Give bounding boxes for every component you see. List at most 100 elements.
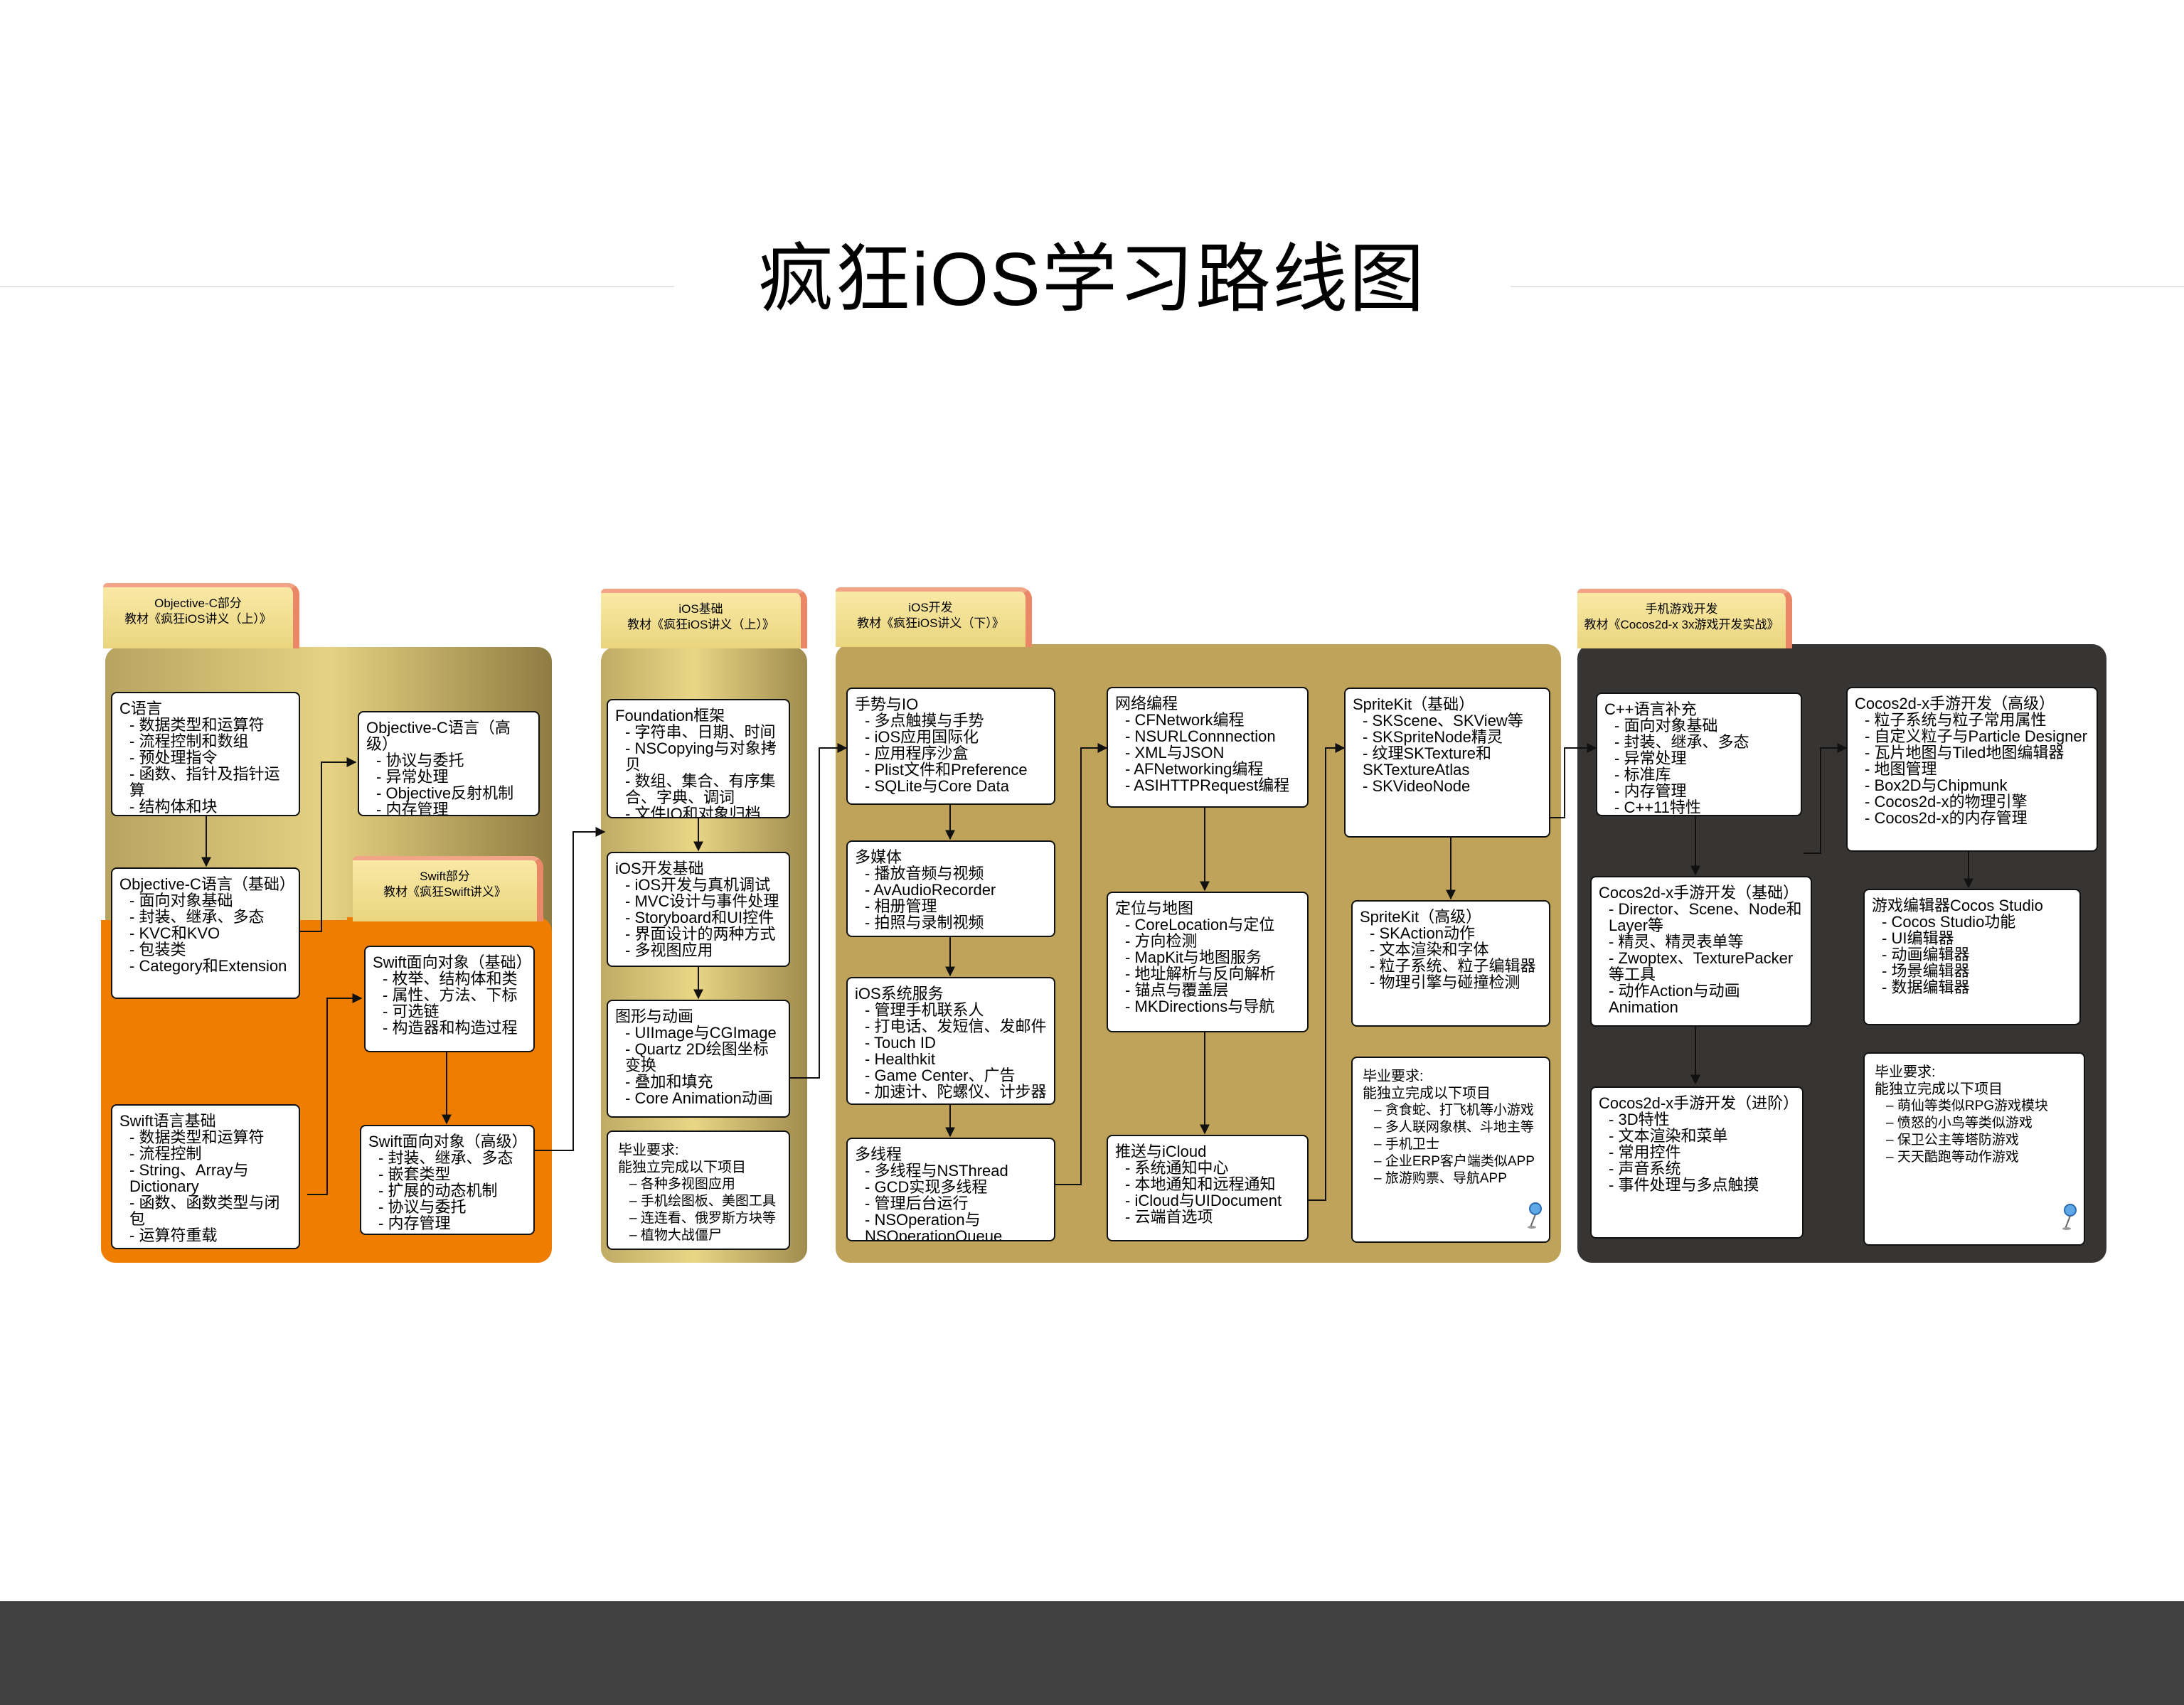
list-item: 萌仙等类似RPG游戏模块	[1875, 1098, 2077, 1115]
list-item: 多线程与NSThread	[855, 1162, 1048, 1179]
box-intro: 能独立完成以下项目	[618, 1160, 746, 1175]
box-title: 定位与地图	[1115, 899, 1194, 917]
list-item: 包装类	[119, 941, 293, 958]
list-item: 协议与委托	[366, 752, 533, 769]
list-item: String、Array与Dictionary	[119, 1162, 293, 1194]
box-title: C语言	[119, 700, 162, 717]
list-item: AFNetworking编程	[1115, 761, 1301, 777]
list-item: 封装、继承、多态	[368, 1150, 528, 1166]
list-item: Healthkit	[855, 1051, 1048, 1067]
box-grad-ios-dev[interactable]: 毕业要求: 能独立完成以下项目贪食蛇、打飞机等小游戏多人联网象棋、斗地主等手机卫士…	[1351, 1057, 1550, 1243]
list-item: 多点触摸与手势	[855, 712, 1048, 729]
list-item: NSOperation与NSOperationQueue	[855, 1212, 1048, 1240]
list-item: 云端首选项	[1115, 1209, 1301, 1225]
list-item: 瓦片地图与Tiled地图编辑器	[1855, 744, 2091, 761]
list-item: 运算符重载	[119, 1227, 293, 1244]
list-item: 文本渲染和菜单	[1599, 1128, 1796, 1144]
list-item: 声音系统	[1599, 1160, 1796, 1177]
box-network[interactable]: 网络编程CFNetwork编程NSURLConnnectionXML与JSONA…	[1107, 687, 1309, 808]
list-item: Touch ID	[855, 1035, 1048, 1051]
box-cocos-intermediate[interactable]: Cocos2d-x手游开发（进阶）3D特性文本渲染和菜单常用控件声音系统事件处理…	[1590, 1086, 1804, 1239]
box-location-map[interactable]: 定位与地图CoreLocation与定位方向检测MapKit与地图服务地址解析与…	[1107, 892, 1309, 1032]
box-title: Swift面向对象（高级）	[368, 1133, 528, 1150]
box-cocos-advanced[interactable]: Cocos2d-x手游开发（高级）粒子系统与粒子常用属性自定义粒子与Partic…	[1846, 687, 2098, 852]
box-cpp[interactable]: C++语言补充面向对象基础封装、继承、多态异常处理标准库内存管理C++11特性	[1596, 693, 1802, 816]
list-item: ASIHTTPRequest编程	[1115, 777, 1301, 793]
box-grad-ios-basic[interactable]: 毕业要求: 能独立完成以下项目各种多视图应用手机绘图板、美图工具连连看、俄罗斯方块…	[607, 1131, 790, 1250]
box-title: Swift语言基础	[119, 1112, 216, 1130]
list-item: 内存管理	[368, 1215, 528, 1231]
list-item: 精灵、精灵表单等	[1599, 934, 1805, 950]
list-item: 粒子系统、粒子编辑器	[1360, 958, 1543, 974]
box-swift-oo-basic[interactable]: Swift面向对象（基础）枚举、结构体和类属性、方法、下标可选链构造器和构造过程	[364, 946, 535, 1052]
list-item: 数据类型和运算符	[119, 1129, 293, 1145]
list-item: 纹理SKTexture和SKTextureAtlas	[1353, 745, 1543, 778]
list-item: 数据类型和运算符	[119, 717, 293, 733]
box-title: Swift面向对象（基础）	[373, 953, 532, 971]
list-item: 字符串、日期、时间	[615, 724, 783, 740]
list-item: 管理后台运行	[855, 1195, 1048, 1212]
list-item: 自定义粒子与Particle Designer	[1855, 728, 2091, 744]
box-multimedia[interactable]: 多媒体播放音频与视频AvAudioRecorder相册管理拍照与录制视频	[846, 840, 1055, 937]
list-item: 打电话、发短信、发邮件	[855, 1018, 1048, 1035]
list-item: 天天酷跑等动作游戏	[1875, 1149, 2077, 1166]
box-spritekit-basic[interactable]: SpriteKit（基础）SKScene、SKView等SKSpriteNode…	[1344, 688, 1550, 838]
box-title: Objective-C语言（高级）	[366, 719, 511, 753]
list-item: 封装、继承、多态	[1604, 734, 1795, 750]
list-item: 界面设计的两种方式	[615, 926, 783, 942]
list-item: 植物大战僵尸	[618, 1227, 782, 1244]
box-title: 推送与iCloud	[1115, 1143, 1207, 1160]
box-swift-oo-advanced[interactable]: Swift面向对象（高级）封装、继承、多态嵌套类型扩展的动态机制协议与委托内存管…	[360, 1125, 535, 1235]
list-item: NSCopying与对象拷贝	[615, 740, 783, 773]
box-gesture-io[interactable]: 手势与IO多点触摸与手势iOS应用国际化应用程序沙盒Plist文件和Prefer…	[846, 688, 1055, 805]
box-c-language[interactable]: C语言数据类型和运算符流程控制和数组预处理指令函数、指针及指针运算结构体和块	[111, 692, 300, 816]
box-title: 毕业要求:	[1363, 1069, 1424, 1084]
list-item: Quartz 2D绘图坐标变换	[615, 1041, 783, 1074]
list-item: 标准库	[1604, 766, 1795, 783]
box-title: 手势与IO	[855, 695, 919, 713]
box-grad-game[interactable]: 毕业要求:能独立完成以下项目萌仙等类似RPG游戏模块愤怒的小鸟等类似游戏保卫公主…	[1863, 1052, 2085, 1246]
list-item: Plist文件和Preference	[855, 761, 1048, 778]
list-item: 函数、指针及指针运算	[119, 766, 293, 798]
list-item: 方向检测	[1115, 933, 1301, 949]
box-title: 多媒体	[855, 848, 902, 866]
tab-objc: Objective-C部分 教材《疯狂iOS讲义（上）》	[103, 583, 299, 648]
tab-ios-dev: iOS开发 教材《疯狂iOS讲义（下）》	[836, 587, 1032, 647]
list-item: 结构体和块	[119, 798, 293, 815]
box-system-service[interactable]: iOS系统服务管理手机联系人打电话、发短信、发邮件Touch IDHealthk…	[846, 977, 1055, 1105]
list-item: 常用控件	[1599, 1144, 1796, 1160]
box-objc-advanced[interactable]: Objective-C语言（高级）协议与委托异常处理Objective反射机制内…	[358, 711, 540, 816]
box-cocos-studio[interactable]: 游戏编辑器Cocos StudioCocos Studio功能UI编辑器动画编辑…	[1863, 889, 2081, 1025]
box-objc-basic[interactable]: Objective-C语言（基础）面向对象基础封装、继承、多态KVC和KVO包装…	[111, 867, 300, 999]
list-item: 相册管理	[855, 898, 1048, 914]
list-item: 愤怒的小鸟等类似游戏	[1875, 1115, 2077, 1132]
list-item: 枚举、结构体和类	[373, 971, 528, 987]
box-spritekit-advanced[interactable]: SpriteKit（高级）SKAction动作文本渲染和字体粒子系统、粒子编辑器…	[1351, 900, 1550, 1027]
box-cocos-basic[interactable]: Cocos2d-x手游开发（基础）Director、Scene、Node和Lay…	[1590, 876, 1812, 1027]
list-item: Core Animation动画	[615, 1090, 783, 1106]
list-item: 粒子系统与粒子常用属性	[1855, 712, 2091, 728]
pin-icon	[1528, 1202, 1542, 1229]
box-push-icloud[interactable]: 推送与iCloud系统通知中心本地通知和远程通知iCloud与UIDocumen…	[1107, 1135, 1309, 1241]
list-item: 可选链	[373, 1003, 528, 1020]
list-item: Zwoptex、TexturePacker等工具	[1599, 950, 1805, 983]
list-item: 数据编辑器	[1872, 979, 2074, 995]
box-title: Objective-C语言（基础）	[119, 875, 295, 893]
box-multithreading[interactable]: 多线程多线程与NSThreadGCD实现多线程管理后台运行NSOperation…	[846, 1138, 1055, 1241]
box-swift-basic[interactable]: Swift语言基础数据类型和运算符流程控制String、Array与Dictio…	[111, 1104, 300, 1249]
list-item: 地址解析与反向解析	[1115, 966, 1301, 982]
box-title: 游戏编辑器Cocos Studio	[1872, 897, 2043, 914]
box-title: 毕业要求:	[618, 1143, 679, 1158]
box-foundation[interactable]: Foundation框架字符串、日期、时间NSCopying与对象拷贝数组、集合…	[607, 699, 790, 818]
list-item: 预处理指令	[119, 749, 293, 766]
list-item: Cocos2d-x的物理引擎	[1855, 793, 2091, 810]
list-item: 物理引擎与碰撞检测	[1360, 974, 1543, 990]
box-graphics-animation[interactable]: 图形与动画UIImage与CGImageQuartz 2D绘图坐标变换叠加和填充…	[607, 1000, 790, 1118]
list-item: 手机卫士	[1363, 1136, 1542, 1153]
list-item: 拍照与录制视频	[855, 914, 1048, 931]
list-item: SKAction动作	[1360, 925, 1543, 941]
box-ios-dev-basic[interactable]: iOS开发基础iOS开发与真机调试MVC设计与事件处理Storyboard和UI…	[607, 852, 790, 967]
list-item: 手机绘图板、美图工具	[618, 1193, 782, 1210]
list-item: SKSpriteNode精灵	[1353, 729, 1543, 745]
list-item: SKScene、SKView等	[1353, 712, 1543, 729]
